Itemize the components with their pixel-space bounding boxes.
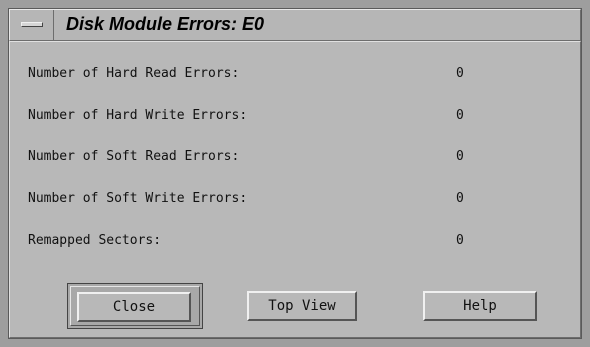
stat-value: 0: [456, 149, 464, 164]
dialog-body: Number of Hard Read Errors: 0 Number of …: [9, 41, 581, 338]
stat-label: Number of Hard Write Errors:: [28, 108, 248, 123]
stat-row-hard-read: Number of Hard Read Errors: 0: [28, 66, 548, 86]
close-button[interactable]: Close: [77, 292, 191, 322]
window-menu-icon: [21, 22, 43, 27]
stat-row-soft-write: Number of Soft Write Errors: 0: [28, 191, 548, 211]
stat-value: 0: [456, 66, 464, 81]
title-bar[interactable]: Disk Module Errors: E0: [9, 9, 581, 41]
disk-module-errors-window: Disk Module Errors: E0 Number of Hard Re…: [0, 0, 590, 347]
stat-value: 0: [456, 191, 464, 206]
stat-label: Number of Soft Read Errors:: [28, 149, 240, 164]
stat-label: Number of Soft Write Errors:: [28, 191, 248, 206]
stat-label: Remapped Sectors:: [28, 233, 162, 248]
stat-label: Number of Hard Read Errors:: [28, 66, 240, 81]
window-menu-button[interactable]: [10, 10, 54, 40]
stat-row-remapped-sectors: Remapped Sectors: 0: [28, 233, 548, 253]
stat-row-hard-write: Number of Hard Write Errors: 0: [28, 108, 548, 128]
window-title: Disk Module Errors: E0: [66, 14, 265, 34]
stat-row-soft-read: Number of Soft Read Errors: 0: [28, 149, 548, 169]
stat-value: 0: [456, 108, 464, 123]
stat-value: 0: [456, 233, 464, 248]
top-view-button[interactable]: Top View: [247, 291, 357, 321]
help-button[interactable]: Help: [423, 291, 537, 321]
